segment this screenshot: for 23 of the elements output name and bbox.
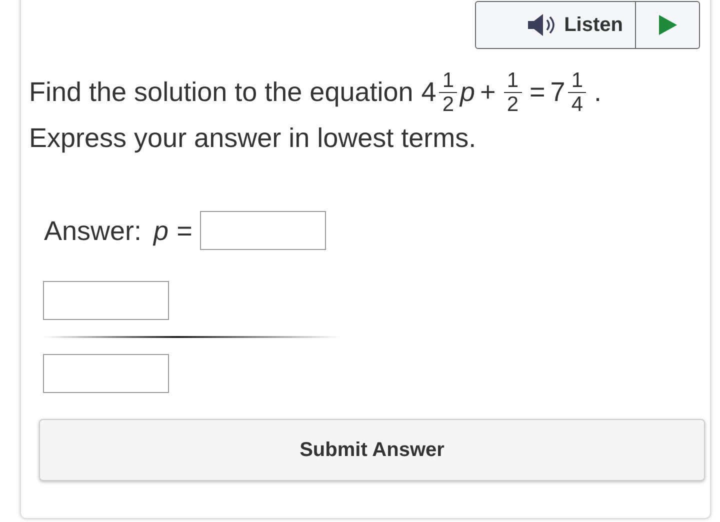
- fraction-numerator: 1: [504, 69, 522, 94]
- equation-operator: .: [594, 76, 602, 110]
- fraction-numerator: 1: [439, 69, 457, 94]
- submit-button[interactable]: Submit Answer: [39, 419, 705, 482]
- equation-operator: +: [480, 76, 496, 110]
- fraction-numerator: 1: [568, 69, 586, 94]
- answer-label: Answer:: [44, 214, 142, 248]
- equation-number: 4: [421, 76, 436, 110]
- numerator-field[interactable]: [43, 281, 169, 320]
- fraction-denominator: 2: [506, 93, 518, 116]
- listen-button[interactable]: Listen: [476, 2, 636, 48]
- answer-field[interactable]: [200, 211, 326, 250]
- play-icon: [658, 15, 676, 35]
- answer-variable: p: [154, 214, 169, 248]
- denominator-field[interactable]: [43, 354, 169, 394]
- equals-sign: =: [176, 214, 192, 248]
- equation-variable: p: [460, 76, 476, 110]
- equation-operator: =: [530, 76, 546, 110]
- fraction-denominator: 4: [571, 93, 583, 116]
- fraction-denominator: 2: [442, 93, 454, 116]
- question-text: Find the solution to the equation: [29, 76, 414, 110]
- equation-number: 7: [550, 76, 566, 110]
- instruction-text: Express your answer in lowest terms.: [29, 122, 478, 156]
